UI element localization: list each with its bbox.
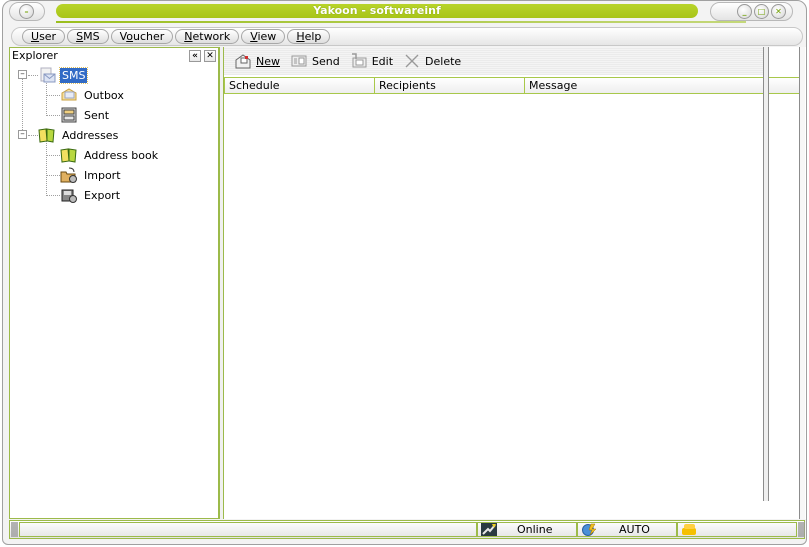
status-grip-left: [11, 522, 18, 537]
delete-button-label: Delete: [425, 54, 462, 68]
tree-item-sent[interactable]: Sent: [60, 106, 111, 124]
import-icon: [60, 167, 77, 183]
connection-plug-icon: [481, 523, 497, 536]
export-icon: [61, 189, 77, 203]
minimize-icon[interactable]: _: [737, 4, 752, 19]
tree-connector: [28, 135, 38, 136]
menu-help-label: elp: [304, 30, 322, 43]
menu-voucher-label: ucher: [132, 30, 165, 43]
system-menu-icon[interactable]: –: [19, 4, 34, 19]
menu-user[interactable]: User: [22, 29, 66, 44]
window-controls: _ □ ✕: [710, 2, 793, 21]
edit-button-label: Edit: [371, 54, 394, 68]
globe-lightning-icon: [582, 523, 597, 536]
tree-connector: [46, 155, 60, 156]
menu-bar: User SMS Voucher Network View Help: [11, 27, 803, 46]
status-connection[interactable]: Online: [477, 522, 577, 537]
main-area: New Send Edit Delete Schedule Recipients…: [224, 47, 806, 519]
menu-view-label: iew: [257, 30, 277, 43]
tree-item-export[interactable]: Export: [60, 186, 122, 204]
menu-help-mnemonic: H: [296, 30, 305, 43]
system-menu-container: –: [9, 2, 45, 21]
title-underline: [56, 21, 746, 23]
menu-voucher-mnemonic: o: [126, 30, 133, 43]
column-header-schedule[interactable]: Schedule: [225, 78, 375, 93]
menu-view[interactable]: View: [241, 29, 286, 44]
table-header: Schedule Recipients Message: [224, 77, 804, 94]
tree-connector: [46, 115, 60, 116]
edit-button[interactable]: Edit: [350, 53, 393, 69]
menu-network-label: etwork: [192, 30, 231, 43]
coins-icon: [682, 524, 696, 535]
tree-connector: [46, 140, 47, 196]
address-book-icon: [38, 128, 55, 143]
tree-label-sms: SMS: [58, 66, 89, 84]
tree-connector: [46, 95, 60, 96]
edit-icon: [351, 53, 367, 68]
status-grip-right[interactable]: [798, 522, 805, 537]
tree-item-outbox[interactable]: Outbox: [60, 86, 126, 104]
tree-item-sms[interactable]: SMS: [38, 66, 89, 84]
menu-voucher[interactable]: Voucher: [110, 29, 174, 44]
menu-user-mnemonic: U: [31, 30, 40, 43]
tree-connector: [28, 75, 38, 76]
tree-item-address-book[interactable]: Address book: [60, 146, 160, 164]
window-title: Yakoon - softwareinf: [56, 4, 698, 18]
sms-envelope-icon: [40, 67, 56, 83]
tree-connector: [22, 72, 23, 132]
status-message: [19, 522, 477, 537]
vertical-scrollbar[interactable]: [763, 47, 769, 501]
explorer-title: Explorer: [12, 49, 58, 62]
tree-label-addresses: Addresses: [62, 128, 119, 142]
toolbar: New Send Edit Delete: [224, 47, 769, 75]
delete-button[interactable]: Delete: [403, 53, 461, 69]
menu-user-label: ser: [39, 30, 57, 43]
status-connection-label: Online: [517, 523, 553, 536]
maximize-icon[interactable]: □: [754, 4, 769, 19]
schedule-table-body[interactable]: [224, 95, 769, 519]
column-header-message[interactable]: Message: [525, 78, 803, 93]
send-icon: [291, 55, 307, 67]
menu-sms[interactable]: SMS: [67, 29, 109, 44]
menu-sms-label: MS: [83, 30, 100, 43]
tree-expander-sms[interactable]: –: [18, 70, 27, 79]
status-bar: Online AUTO: [9, 520, 805, 539]
close-icon[interactable]: ✕: [771, 4, 786, 19]
new-button[interactable]: New: [234, 53, 280, 69]
tree-label-sent: Sent: [84, 108, 110, 122]
menu-help[interactable]: Help: [287, 29, 331, 44]
tree-connector: [46, 80, 47, 116]
address-book-icon: [60, 148, 77, 163]
status-mode-label: AUTO: [619, 523, 650, 536]
explorer-header: Explorer « ✕: [10, 48, 218, 64]
tree-expander-addresses[interactable]: –: [18, 130, 27, 139]
tree-connector: [46, 195, 60, 196]
explorer-panel: Explorer « ✕ – SMS Outbox Sent – Address…: [9, 47, 219, 519]
status-credit[interactable]: [677, 522, 797, 537]
sent-cabinet-icon: [61, 107, 77, 123]
delete-icon: [405, 54, 419, 68]
tree-label-import: Import: [84, 168, 121, 182]
collapse-panel-icon[interactable]: «: [189, 50, 201, 62]
tree-connector: [46, 175, 60, 176]
tree-item-addresses[interactable]: Addresses: [38, 126, 120, 144]
column-header-recipients[interactable]: Recipients: [375, 78, 525, 93]
outer-scrollbar[interactable]: [799, 47, 805, 519]
outbox-icon: [61, 88, 77, 101]
tree-label-export: Export: [84, 188, 121, 202]
new-button-label: New: [256, 54, 280, 68]
tree-label-outbox: Outbox: [84, 88, 124, 102]
menu-network[interactable]: Network: [175, 29, 240, 44]
tree-item-import[interactable]: Import: [60, 166, 123, 184]
close-panel-icon[interactable]: ✕: [204, 50, 216, 62]
app-window: – Yakoon - softwareinf _ □ ✕ User SMS Vo…: [2, 0, 807, 545]
send-button[interactable]: Send: [290, 53, 340, 69]
new-message-icon: [235, 54, 251, 69]
tree-label-address-book: Address book: [84, 148, 159, 162]
title-bar[interactable]: – Yakoon - softwareinf _ □ ✕: [3, 1, 808, 23]
status-mode[interactable]: AUTO: [577, 522, 677, 537]
send-button-label: Send: [312, 54, 340, 68]
